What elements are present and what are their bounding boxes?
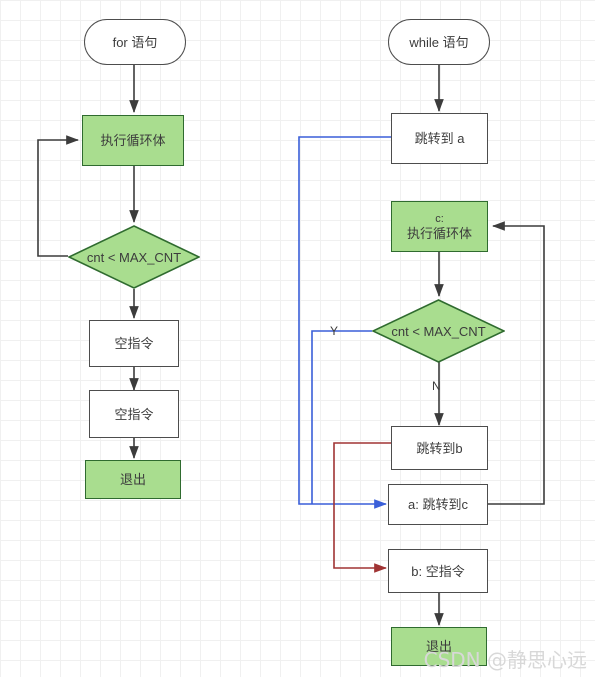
edge-jumpb-to-labelb [333,442,391,573]
node-label: b: 空指令 [411,563,465,579]
node-for-nop-1[interactable]: 空指令 [89,320,179,367]
node-label: for 语句 [112,34,158,50]
node-for-exit[interactable]: 退出 [85,460,181,499]
node-for-condition[interactable]: cnt < MAX_CNT [68,225,200,289]
node-while-condition[interactable]: cnt < MAX_CNT [372,299,505,363]
node-label-b[interactable]: b: 空指令 [388,549,488,593]
watermark: CSDN @静思心远 [423,648,587,672]
node-label: 空指令 [114,406,154,422]
node-for-body[interactable]: 执行循环体 [82,115,184,166]
node-label: a: 跳转到c [408,497,468,512]
node-label-prefix: c: [435,212,444,225]
node-c-body[interactable]: c: 执行循环体 [391,201,488,252]
node-label: cnt < MAX_CNT [86,249,182,265]
node-for-start[interactable]: for 语句 [84,19,186,65]
node-for-nop-2[interactable]: 空指令 [89,390,179,438]
node-label-a[interactable]: a: 跳转到c [388,484,488,525]
node-label: cnt < MAX_CNT [391,323,486,339]
edge-label-yes: Y [330,324,339,338]
node-label: 退出 [119,472,146,487]
edge-cond-yes-to-labela [311,330,372,504]
edge-labela-loop-to-cbody [488,221,545,505]
node-label: 跳转到b [416,440,463,456]
node-label: 执行循环体 [100,133,166,148]
flowchart-canvas: for 语句 执行循环体 cnt < MAX_CNT 空指令 空指令 退出 wh… [0,0,595,677]
node-while-start[interactable]: while 语句 [388,19,490,65]
node-label: 空指令 [114,336,154,351]
node-label: 跳转到 a [414,131,465,146]
node-jump-b[interactable]: 跳转到b [391,426,488,470]
node-jump-a[interactable]: 跳转到 a [391,113,488,164]
node-label: while 语句 [409,34,469,50]
node-label: 执行循环体 [406,225,472,241]
edge-label-no: N [432,379,441,393]
